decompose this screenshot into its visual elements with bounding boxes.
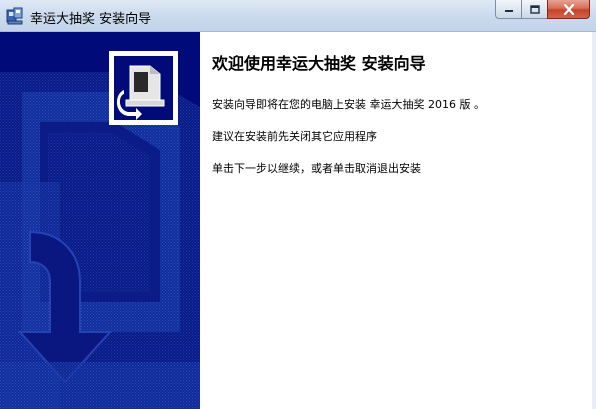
minimize-button[interactable] [495,0,521,19]
installer-app-icon [6,7,24,25]
installer-computer-icon [114,56,173,120]
wizard-content: 欢迎使用幸运大抽奖 安装向导 安装向导即将在您的电脑上安装 幸运大抽奖 2016… [200,32,596,409]
installer-logo-frame [109,51,178,125]
maximize-icon [529,4,540,14]
close-apps-text: 建议在安装前先关闭其它应用程序 [212,130,377,143]
window-right-border [592,32,596,409]
wizard-banner [0,32,200,409]
caption-buttons [495,0,590,20]
continue-instruction-text: 单击下一步以继续，或者单击取消退出安装 [212,162,421,175]
installer-window: 幸运大抽奖 安装向导 欢迎使用幸运大抽奖 安装向导 安装向导即将在您的电脑上安装… [0,0,596,409]
minimize-icon [504,10,513,12]
maximize-button[interactable] [521,0,547,19]
close-button[interactable] [547,0,590,19]
close-icon [563,3,574,15]
install-info-text: 安装向导即将在您的电脑上安装 幸运大抽奖 2016 版 。 [212,98,485,111]
welcome-heading: 欢迎使用幸运大抽奖 安装向导 [212,54,426,73]
window-title: 幸运大抽奖 安装向导 [30,12,152,27]
title-bar[interactable]: 幸运大抽奖 安装向导 [0,0,596,32]
